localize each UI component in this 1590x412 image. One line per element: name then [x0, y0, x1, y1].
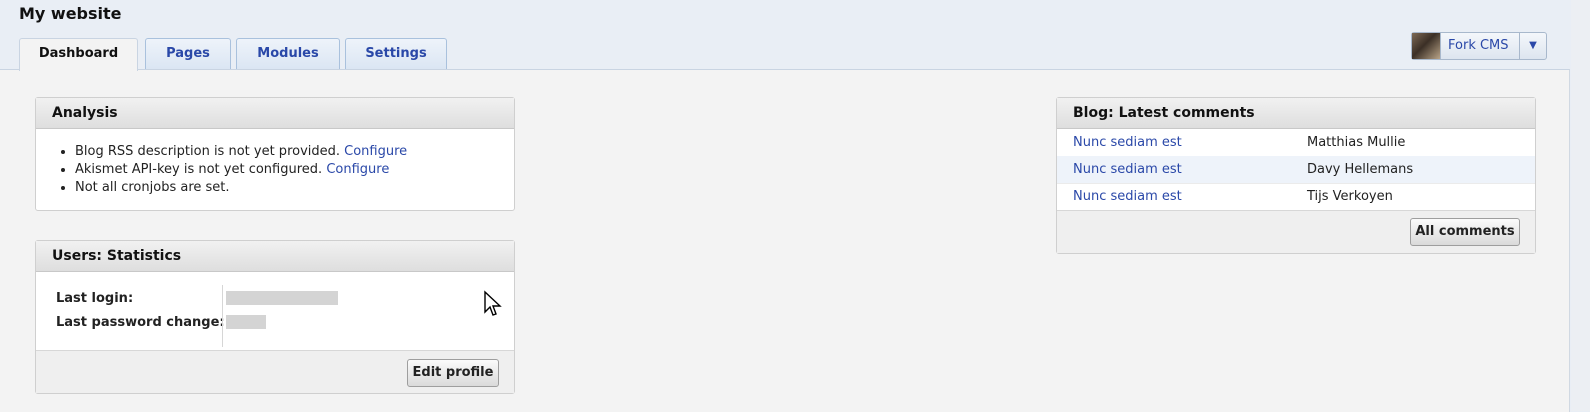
comment-author: Matthias Mullie [1307, 135, 1406, 150]
analysis-list: Blog RSS description is not yet provided… [36, 143, 514, 197]
tab-settings[interactable]: Settings [345, 38, 447, 69]
last-login-value [226, 291, 338, 305]
tab-pages[interactable]: Pages [145, 38, 231, 69]
list-item: Blog RSS description is not yet provided… [75, 143, 514, 161]
comment-title-link[interactable]: Nunc sediam est [1073, 129, 1182, 156]
blog-comments-widget: Blog: Latest comments Nunc sediam est Ma… [1056, 97, 1536, 254]
tab-modules[interactable]: Modules [236, 38, 340, 69]
all-comments-button[interactable]: All comments [1410, 218, 1520, 246]
analysis-item-text: Not all cronjobs are set. [75, 180, 230, 195]
list-item: Not all cronjobs are set. [75, 179, 514, 197]
comment-title-link[interactable]: Nunc sediam est [1073, 183, 1182, 210]
table-row: Nunc sediam est Davy Hellemans [1057, 156, 1535, 184]
last-login-label: Last login: [56, 291, 134, 306]
list-item: Akismet API-key is not yet configured. C… [75, 161, 514, 179]
configure-link[interactable]: Configure [326, 162, 389, 177]
table-row: Nunc sediam est Tijs Verkoyen [1057, 183, 1535, 211]
analysis-title: Analysis [36, 98, 514, 129]
site-title: My website [19, 4, 122, 23]
user-stats-widget: Users: Statistics Last login: Last passw… [35, 240, 515, 394]
blog-comments-footer: All comments [1057, 210, 1535, 253]
user-stats-footer: Edit profile [36, 350, 514, 393]
comment-author: Tijs Verkoyen [1307, 189, 1393, 204]
mouse-cursor-icon [484, 290, 502, 316]
user-stats-title: Users: Statistics [36, 241, 514, 272]
dashboard-content: Analysis Blog RSS description is not yet… [0, 69, 1570, 412]
scrollbar[interactable] [1571, 0, 1590, 411]
chevron-down-icon[interactable]: ▼ [1519, 33, 1546, 59]
analysis-widget: Analysis Blog RSS description is not yet… [35, 97, 515, 211]
analysis-item-text: Akismet API-key is not yet configured. [75, 162, 323, 177]
table-row: Nunc sediam est Matthias Mullie [1057, 129, 1535, 157]
user-menu[interactable]: Fork CMS ▼ [1411, 32, 1547, 60]
user-name[interactable]: Fork CMS [1448, 33, 1509, 59]
comment-author: Davy Hellemans [1307, 162, 1414, 177]
tab-dashboard[interactable]: Dashboard [19, 38, 138, 71]
analysis-item-text: Blog RSS description is not yet provided… [75, 144, 341, 159]
last-password-change-label: Last password change: [56, 315, 225, 330]
edit-profile-button[interactable]: Edit profile [407, 359, 499, 387]
comment-title-link[interactable]: Nunc sediam est [1073, 156, 1182, 183]
divider [222, 285, 223, 347]
avatar [1412, 33, 1441, 59]
configure-link[interactable]: Configure [344, 144, 407, 159]
last-password-change-value [226, 315, 266, 329]
blog-comments-title: Blog: Latest comments [1057, 98, 1535, 129]
